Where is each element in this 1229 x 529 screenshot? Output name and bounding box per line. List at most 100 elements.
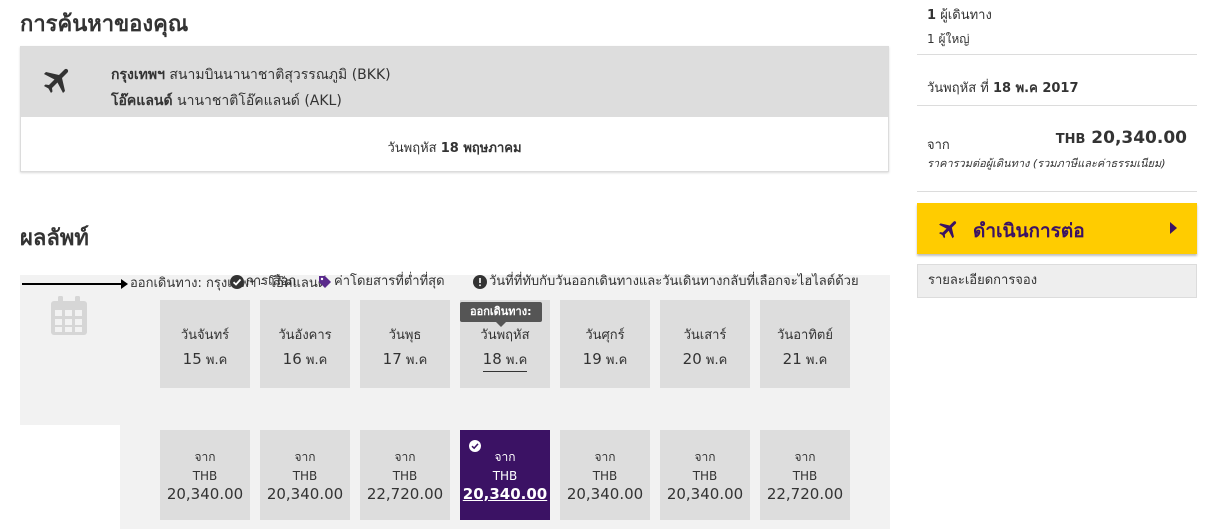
day-card[interactable]: วันศุกร์ 19 พ.ค <box>560 300 650 388</box>
sidebar-divider <box>917 105 1197 106</box>
day-date: 18 พ.ค <box>482 349 528 372</box>
sidebar-date: วันพฤหัส ที่ 18 พ.ค 2017 <box>927 77 1079 98</box>
sidebar-price-value: 20,340.00 <box>1091 128 1187 148</box>
legend-lowest-label: ค่าโดยสารที่ต่ำที่สุด <box>334 274 445 289</box>
departure-tooltip: ออกเดินทาง: <box>460 302 542 327</box>
day-date: 21 พ.ค <box>760 349 850 370</box>
passenger-count: 1 <box>927 8 937 23</box>
day-month: พ.ค <box>605 353 628 368</box>
origin-line: กรุงเทพฯ สนามบินนานาชาติสุวรรณภูมิ (BKK) <box>111 62 391 88</box>
day-name: วันอาทิตย์ <box>777 328 833 343</box>
continue-button-label: ดำเนินการต่อ <box>973 220 1085 242</box>
legend-selected-label: การเลือก <box>246 274 297 289</box>
legend-notice: วันที่ที่ทับกับวันออกเดินทางและวันเดินทา… <box>473 270 859 291</box>
day-number: 16 <box>282 350 302 368</box>
price-currency: THB <box>292 469 318 483</box>
destination-line: โอ๊คแลนด์ นานาชาติโอ๊คแลนด์ (AKL) <box>111 88 391 114</box>
price-value: 20,340.00 <box>166 485 244 503</box>
day-number: 21 <box>782 350 802 368</box>
day-card[interactable]: วันอังคาร 16 พ.ค <box>260 300 350 388</box>
legend-selected: การเลือก <box>230 270 296 291</box>
day-month: พ.ค <box>705 353 728 368</box>
day-date: 17 พ.ค <box>360 349 450 370</box>
sidebar-currency: THB <box>1055 132 1086 147</box>
results-title: ผลลัพท์ <box>20 226 89 251</box>
day-date: 15 พ.ค <box>160 349 250 370</box>
day-month: พ.ค <box>405 353 428 368</box>
price-from: จาก <box>794 450 816 464</box>
day-month: พ.ค <box>505 353 528 368</box>
destination-airport: นานาชาติโอ๊คแลนด์ (AKL) <box>177 93 342 109</box>
price-currency: THB <box>392 469 418 483</box>
plane-icon <box>43 68 69 94</box>
price-value: 22,720.00 <box>766 485 844 503</box>
route-date-prefix: วันพฤหัส <box>387 141 437 156</box>
route-header: กรุงเทพฯ สนามบินนานาชาติสุวรรณภูมิ (BKK)… <box>21 47 888 117</box>
sidebar-total-price: THB 20,340.00 <box>1056 128 1187 148</box>
search-title: การค้นหาของคุณ <box>20 12 189 37</box>
day-number: 20 <box>682 350 702 368</box>
day-month: พ.ค <box>205 353 228 368</box>
legend-notice-label: วันที่ที่ทับกับวันออกเดินทางและวันเดินทา… <box>489 274 859 289</box>
price-from: จาก <box>394 450 416 464</box>
route-date: วันพฤหัส 18 พฤษภาคม <box>21 137 888 158</box>
price-tag-icon <box>319 275 331 288</box>
calendar-icon <box>51 296 87 335</box>
passenger-label: ผู้เดินทาง <box>940 8 992 23</box>
adult-count: 1 ผู้ใหญ่ <box>927 32 970 46</box>
plane-icon <box>939 221 957 239</box>
day-name: วันพุธ <box>388 328 422 343</box>
check-circle-icon <box>469 440 481 452</box>
price-value: 20,340.00 <box>566 485 644 503</box>
day-card[interactable]: วันเสาร์ 20 พ.ค <box>660 300 750 388</box>
day-card[interactable]: วันพุธ 17 พ.ค <box>360 300 450 388</box>
sidebar-divider <box>917 191 1197 192</box>
day-month: พ.ค <box>805 353 828 368</box>
check-circle-icon <box>230 274 244 289</box>
continue-button[interactable]: ดำเนินการต่อ <box>917 203 1197 254</box>
day-number: 17 <box>382 350 402 368</box>
day-card[interactable]: วันอาทิตย์ 21 พ.ค <box>760 300 850 388</box>
day-number: 18 <box>482 350 502 368</box>
price-currency: THB <box>192 469 218 483</box>
price-value: 20,340.00 <box>666 485 744 503</box>
price-currency: THB <box>592 469 618 483</box>
destination-city: โอ๊คแลนด์ <box>111 93 173 109</box>
sidebar-divider <box>917 54 1197 55</box>
day-number: 15 <box>182 350 202 368</box>
origin-city: กรุงเทพฯ <box>111 67 165 83</box>
price-card[interactable]: จาก THB 20,340.00 <box>660 430 750 520</box>
route-date-main: 18 พฤษภาคม <box>440 141 522 156</box>
price-from: จาก <box>594 450 616 464</box>
price-from: จาก <box>694 450 716 464</box>
price-card[interactable]: จาก THB 20,340.00 <box>160 430 250 520</box>
sidebar-from-label: จาก <box>927 138 950 153</box>
day-card[interactable]: วันจันทร์ 15 พ.ค <box>160 300 250 388</box>
price-card-selected[interactable]: จาก THB 20,340.00 <box>460 430 550 520</box>
price-value: 20,340.00 <box>462 485 548 503</box>
day-name: วันศุกร์ <box>585 328 625 343</box>
price-card[interactable]: จาก THB 22,720.00 <box>360 430 450 520</box>
chevron-right-icon <box>1170 222 1177 234</box>
day-number: 19 <box>582 350 602 368</box>
route-summary: กรุงเทพฯ สนามบินนานาชาติสุวรรณภูมิ (BKK)… <box>20 46 889 172</box>
day-date: 19 พ.ค <box>560 349 650 370</box>
sidebar-date-main: 18 พ.ค 2017 <box>992 81 1079 96</box>
day-date: 16 พ.ค <box>260 349 350 370</box>
price-card[interactable]: จาก THB 20,340.00 <box>560 430 650 520</box>
day-name: วันเสาร์ <box>683 328 727 343</box>
day-date: 20 พ.ค <box>660 349 750 370</box>
price-card[interactable]: จาก THB 22,720.00 <box>760 430 850 520</box>
price-value: 20,340.00 <box>266 485 344 503</box>
passenger-summary: 1 ผู้เดินทาง <box>927 4 992 25</box>
price-from: จาก <box>294 450 316 464</box>
sidebar-price-note: ราคารวมต่อผู้เดินทาง (รวมภาษีและค่าธรรมเ… <box>927 157 1166 170</box>
booking-details-button[interactable]: รายละเอียดการจอง <box>917 264 1197 298</box>
price-currency: THB <box>492 469 518 483</box>
price-currency: THB <box>792 469 818 483</box>
legend-lowest: ค่าโดยสารที่ต่ำที่สุด <box>318 270 445 291</box>
direction-label: ออกเดินทาง: กรุงเทพฯ - โอ๊คแลนด์ <box>130 276 327 291</box>
origin-airport: สนามบินนานาชาติสุวรรณภูมิ (BKK) <box>169 67 391 83</box>
arrow-right-icon <box>22 279 128 289</box>
price-card[interactable]: จาก THB 20,340.00 <box>260 430 350 520</box>
